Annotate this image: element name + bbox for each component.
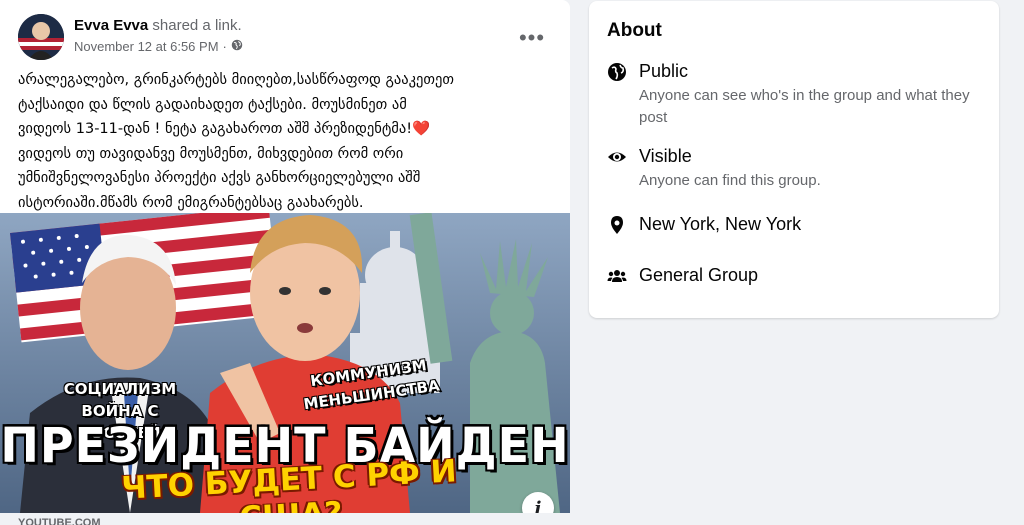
post-text-part-2: ვიდეოს თუ თავიდანვე მოუსმენთ, მიხვდებით … (18, 145, 421, 211)
post-text-part-1: არალეგალებო, გრინკარტებს მიიღებთ,სასწრაფ… (18, 72, 454, 137)
post-time-line: November 12 at 6:56 PM · (74, 38, 243, 56)
post-card: Evva Evva shared a link. November 12 at … (0, 0, 570, 525)
about-row-title[interactable]: New York, New York (639, 213, 801, 235)
about-card: About Public Anyone can see who's in the… (589, 1, 999, 318)
globe-icon (231, 38, 243, 56)
author-name[interactable]: Evva Evva (74, 17, 148, 34)
about-row-title: Visible (639, 146, 692, 166)
author-action: shared a link. (148, 17, 242, 34)
post-text: არალეგალებო, გრინკარტებს მიიღებთ,სასწრაფ… (18, 68, 563, 215)
globe-icon (607, 62, 627, 82)
post-author-line: Evva Evva shared a link. (74, 16, 243, 36)
author-avatar[interactable] (18, 14, 64, 60)
heart-emoji-icon: ❤️ (412, 121, 431, 137)
people-icon (607, 266, 627, 286)
about-row-title: Public (639, 61, 689, 81)
about-row-desc: Anyone can find this group. (639, 172, 821, 189)
more-options-button[interactable]: ••• (514, 20, 550, 56)
post-meta: Evva Evva shared a link. November 12 at … (74, 16, 243, 56)
eye-icon (607, 147, 627, 167)
meta-separator: · (222, 39, 227, 54)
about-title: About (607, 20, 662, 41)
about-row-title: General Group (639, 265, 759, 285)
location-pin-icon (607, 215, 627, 235)
more-options-icon: ••• (518, 25, 546, 50)
post-header: Evva Evva shared a link. November 12 at … (18, 14, 558, 60)
about-row-desc: Anyone can see who's in the group and wh… (639, 87, 970, 126)
post-timestamp[interactable]: November 12 at 6:56 PM (74, 38, 219, 56)
link-domain: YOUTUBE.COM (18, 517, 101, 525)
